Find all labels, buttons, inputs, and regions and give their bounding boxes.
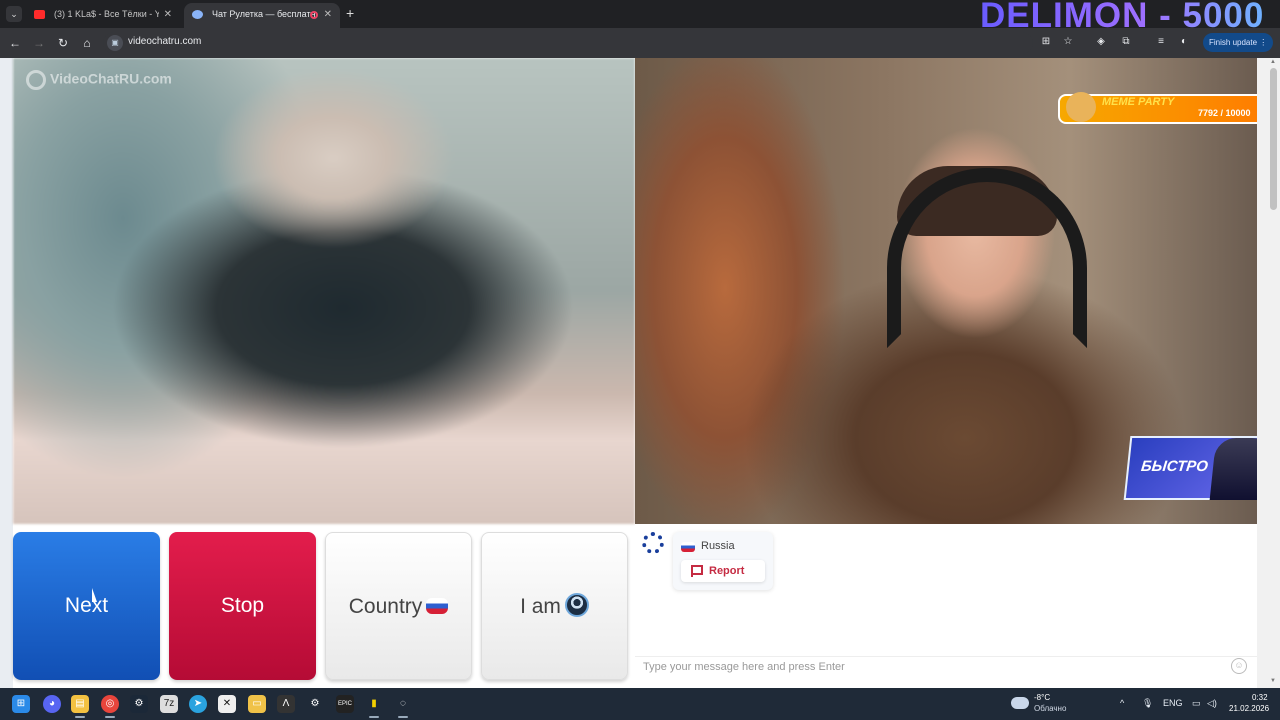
tab-title: (3) 1 KLa$ - Все Тёлки - YouTube (54, 9, 159, 19)
report-button[interactable]: Report (681, 560, 765, 582)
epic-app-icon[interactable]: ✕ (218, 695, 236, 713)
i-am-button-label: I am (520, 595, 561, 618)
clock-date[interactable]: 21.02.2026 (1229, 704, 1269, 713)
watermark-text: VideoChatRU.com (50, 70, 172, 87)
tab-search-menu-button[interactable]: ⌄ (6, 6, 22, 22)
meme-party-widget: MEME PARTY 7792 / 10000 (1058, 92, 1278, 124)
user-avatar-icon (564, 593, 589, 618)
tab-title: Чат Рулетка — бесплатный (212, 9, 317, 19)
folder-icon[interactable]: ▭ (248, 695, 266, 713)
next-button[interactable]: Next (13, 532, 160, 680)
clock-time[interactable]: 0:32 (1252, 693, 1268, 702)
doge-icon (1066, 92, 1096, 122)
chat-panel: Russia Report ☺ (635, 524, 1257, 688)
volume-icon[interactable]: ◁) (1207, 698, 1217, 709)
file-explorer-icon[interactable]: ▤ (71, 695, 89, 718)
video-subject-headphones (887, 168, 1087, 348)
russia-flag-icon (426, 597, 449, 614)
emoji-picker-icon[interactable]: ☺ (1231, 658, 1247, 674)
extension-icon[interactable]: ◈ (1095, 36, 1107, 48)
finish-update-button[interactable]: Finish update ⋮ (1203, 33, 1273, 52)
browser-toolbar: ← → ↻ ⌂ ▣ videochatru.com ⊞ ☆ ◈ ⧉ ≡ ◐ Fi… (0, 28, 1280, 58)
mouse-cursor-icon (92, 588, 97, 602)
browser-tab-bar: ⌄ (3) 1 KLa$ - Все Тёлки - YouTube ✕ Чат… (0, 0, 1280, 35)
telegram-icon[interactable]: ➤ (189, 695, 207, 713)
youtube-favicon-icon (34, 10, 45, 19)
tab-close-icon[interactable]: ✕ (324, 3, 332, 26)
i-am-button[interactable]: I am (481, 532, 628, 680)
country-button-label: Country (348, 595, 423, 618)
language-indicator[interactable]: ENG (1163, 698, 1183, 708)
tab-youtube[interactable]: (3) 1 KLa$ - Все Тёлки - YouTube ✕ (26, 3, 180, 28)
back-icon[interactable]: ← (6, 34, 24, 52)
chrome-icon[interactable]: ◎ (101, 695, 119, 718)
scroll-up-icon[interactable]: ▲ (1270, 59, 1276, 65)
battery-app-icon[interactable]: ▮ (365, 695, 383, 718)
7zip-icon[interactable]: 7z (160, 695, 178, 713)
site-logo-icon (26, 70, 46, 90)
new-tab-button[interactable]: + (346, 5, 354, 21)
settings-icon[interactable]: ⚙ (306, 695, 324, 713)
windows-taskbar: ⊞ ◕ ▤ ◎ ⚙ 7z ➤ ✕ ▭ Ʌ ⚙ EPIC ▮ ◌ -8°C Обл… (0, 688, 1280, 720)
reload-icon[interactable]: ↻ (54, 34, 72, 52)
home-icon[interactable]: ⌂ (78, 34, 96, 52)
recording-indicator-icon (310, 11, 318, 19)
report-button-label: Report (709, 565, 745, 577)
russia-flag-icon (681, 542, 695, 552)
weather-temperature: -8°C (1034, 693, 1051, 702)
stop-button-label: Stop (220, 594, 265, 617)
tab-close-icon[interactable]: ✕ (164, 3, 172, 26)
epic-games-icon[interactable]: EPIC (336, 695, 354, 713)
media-controls-icon[interactable]: ≡ (1155, 36, 1167, 48)
install-app-icon[interactable]: ⊞ (1040, 36, 1052, 48)
url-text[interactable]: videochatru.com (128, 36, 201, 47)
stranger-video (13, 58, 635, 524)
meme-party-label: MEME PARTY (1102, 96, 1175, 108)
address-bar[interactable]: ▣ videochatru.com (103, 32, 1033, 54)
forward-icon[interactable]: → (30, 34, 48, 52)
windows-start-icon[interactable]: ⊞ (12, 695, 30, 713)
country-button[interactable]: Country (325, 532, 472, 680)
meme-party-progress: 7792 / 10000 (1198, 108, 1251, 118)
next-button-label: Next (64, 594, 109, 617)
tray-chevron-icon[interactable]: ^ (1120, 698, 1124, 708)
weather-description: Облачно (1034, 704, 1067, 713)
discord-icon[interactable]: ◕ (43, 695, 61, 713)
site-watermark: VideoChatRU.com (26, 70, 172, 90)
steam-icon[interactable]: ⚙ (130, 695, 148, 713)
report-flag-icon (691, 565, 703, 577)
chat-logo-icon (642, 532, 664, 554)
profile-icon[interactable]: ◐ (1178, 36, 1190, 48)
page-content: VideoChatRU.com MEME PARTY 7792 / 10000 … (0, 58, 1280, 688)
site-info-icon[interactable]: ▣ (107, 35, 123, 51)
page-left-margin (0, 58, 13, 688)
tab-videochat[interactable]: Чат Рулетка — бесплатный ✕ (184, 3, 340, 28)
banner-text: БЫСТРО (1140, 458, 1209, 475)
bookmark-star-icon[interactable]: ☆ (1062, 36, 1074, 48)
stop-button[interactable]: Stop (169, 532, 316, 680)
obs-icon[interactable]: ◌ (394, 695, 412, 718)
microphone-icon[interactable]: 🎙 (1142, 698, 1153, 709)
stranger-country: Russia (701, 540, 735, 552)
extensions-puzzle-icon[interactable]: ⧉ (1120, 36, 1132, 48)
videochat-favicon-icon (192, 10, 203, 19)
network-icon[interactable]: ▭ (1192, 698, 1201, 709)
stream-banner: БЫСТРО (1123, 436, 1279, 500)
scroll-down-icon[interactable]: ▼ (1270, 678, 1276, 684)
app-icon[interactable]: Ʌ (277, 695, 295, 713)
weather-cloud-icon[interactable] (1011, 697, 1029, 709)
stranger-info-card: Russia Report (673, 532, 773, 590)
chat-message-input[interactable] (635, 656, 1257, 676)
scrollbar-thumb[interactable] (1270, 68, 1277, 210)
